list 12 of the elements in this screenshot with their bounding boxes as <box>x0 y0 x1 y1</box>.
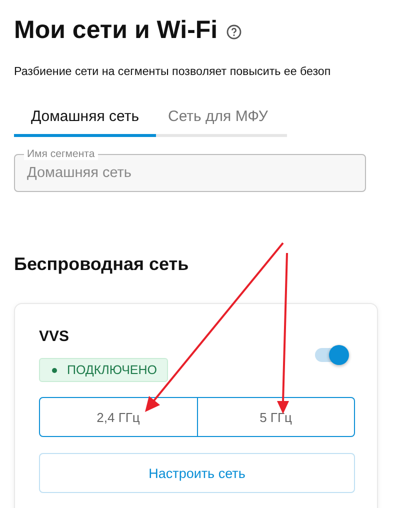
band-button[interactable]: 5 ГГц <box>198 397 355 437</box>
field-label: Имя сегмента <box>24 148 98 160</box>
band-button[interactable]: 2,4 ГГц <box>39 397 198 437</box>
section-heading: Беспроводная сеть <box>14 254 190 275</box>
configure-button[interactable]: Настроить сеть <box>39 453 355 493</box>
network-name: VVS <box>39 328 70 345</box>
description-text: Разбиение сети на сегменты позволяет повысить ее безоп <box>14 65 332 78</box>
help-icon[interactable] <box>226 24 242 40</box>
tab[interactable]: Домашняя сеть <box>14 108 156 137</box>
tab[interactable]: Сеть для МФУ <box>156 108 280 137</box>
page-title: Мои сети и Wi-Fi <box>14 16 218 45</box>
status-badge: ПОДКЛЮЧЕНО <box>39 358 168 382</box>
